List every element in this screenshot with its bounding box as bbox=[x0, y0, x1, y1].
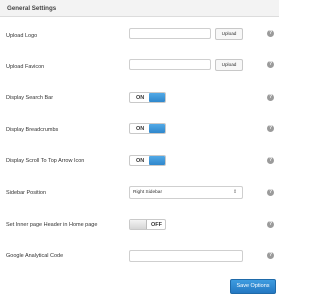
panel-header: General Settings bbox=[0, 0, 279, 17]
toggle-knob bbox=[130, 220, 147, 229]
panel-title: General Settings bbox=[7, 5, 57, 12]
breadcrumbs-toggle[interactable]: ON bbox=[129, 123, 166, 134]
toggle-state-label: ON bbox=[136, 126, 145, 132]
save-options-button[interactable]: Save Options bbox=[230, 279, 276, 294]
row-display-scroll-top: Display Scroll To Top Arrow Icon ON ? bbox=[0, 151, 279, 183]
help-icon[interactable]: ? bbox=[267, 221, 274, 228]
help-icon[interactable]: ? bbox=[267, 94, 274, 101]
row-display-search-bar: Display Search Bar ON ? bbox=[0, 88, 279, 120]
google-analytics-label: Google Analytical Code bbox=[6, 253, 64, 259]
row-upload-logo: Upload Logo Upload ? bbox=[0, 26, 279, 58]
help-icon[interactable]: ? bbox=[267, 61, 274, 68]
scroll-top-toggle[interactable]: ON bbox=[129, 155, 166, 166]
upload-logo-label: Upload Logo bbox=[6, 33, 38, 39]
toggle-knob bbox=[149, 93, 165, 102]
row-display-breadcrumbs: Display Breadcrumbs ON ? bbox=[0, 120, 279, 152]
toggle-state-label: ON bbox=[136, 95, 145, 101]
upload-logo-button[interactable]: Upload bbox=[215, 28, 243, 40]
display-scroll-top-label: Display Scroll To Top Arrow Icon bbox=[6, 158, 85, 164]
help-icon[interactable]: ? bbox=[267, 157, 274, 164]
help-icon[interactable]: ? bbox=[267, 30, 274, 37]
toggle-knob bbox=[149, 124, 165, 133]
row-google-analytics: Google Analytical Code ? bbox=[0, 246, 279, 278]
sidebar-position-label: Sidebar Position bbox=[6, 190, 47, 196]
row-upload-favicon: Upload Favicon Upload ? bbox=[0, 57, 279, 89]
general-settings-panel: General Settings Upload Logo Upload ? Up… bbox=[0, 0, 279, 300]
upload-favicon-button[interactable]: Upload bbox=[215, 59, 243, 71]
inner-page-header-label: Set Inner page Header in Home page bbox=[6, 222, 98, 228]
chevron-updown-icon: ⇕ bbox=[233, 189, 238, 195]
inner-page-header-toggle[interactable]: OFF bbox=[129, 219, 166, 230]
sidebar-position-select[interactable]: Right Sidebar ⇕ bbox=[129, 186, 243, 199]
upload-favicon-label: Upload Favicon bbox=[6, 64, 45, 70]
toggle-knob bbox=[149, 156, 165, 165]
help-icon[interactable]: ? bbox=[267, 125, 274, 132]
toggle-state-label: OFF bbox=[151, 222, 162, 228]
help-icon[interactable]: ? bbox=[267, 252, 274, 259]
search-bar-toggle[interactable]: ON bbox=[129, 92, 166, 103]
upload-favicon-input[interactable] bbox=[129, 59, 211, 70]
toggle-state-label: ON bbox=[136, 158, 145, 164]
row-sidebar-position: Sidebar Position Right Sidebar ⇕ ? bbox=[0, 183, 279, 215]
help-icon[interactable]: ? bbox=[267, 189, 274, 196]
display-search-bar-label: Display Search Bar bbox=[6, 95, 54, 101]
display-breadcrumbs-label: Display Breadcrumbs bbox=[6, 127, 59, 133]
upload-logo-input[interactable] bbox=[129, 28, 211, 39]
sidebar-position-value: Right Sidebar bbox=[133, 190, 163, 195]
google-analytics-input[interactable] bbox=[129, 250, 243, 262]
row-inner-page-header: Set Inner page Header in Home page OFF ? bbox=[0, 215, 279, 247]
